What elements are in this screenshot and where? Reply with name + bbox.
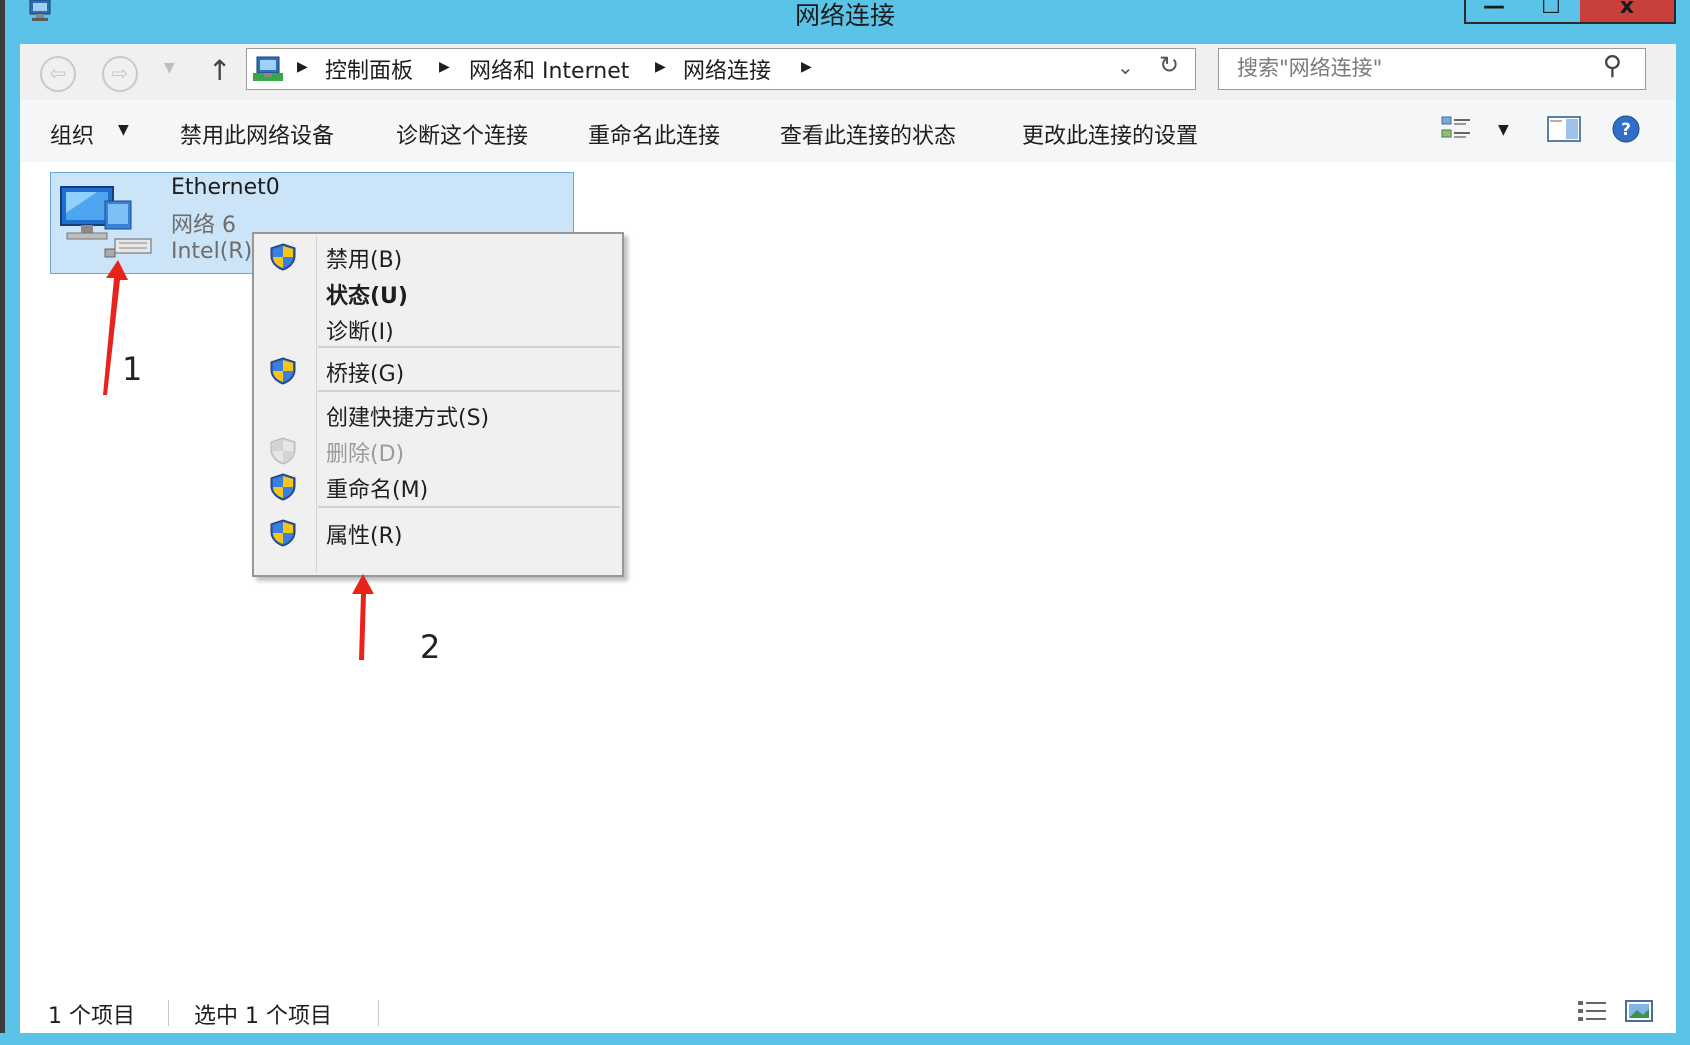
status-item-count: 1 个项目 [48, 1004, 135, 1029]
details-view-icon[interactable] [1576, 998, 1610, 1024]
large-icons-view-icon[interactable] [1624, 998, 1654, 1024]
status-selected-count: 选中 1 个项目 [194, 1004, 332, 1029]
annotation-label-1: 1 [122, 350, 143, 388]
annotation-arrow-2 [352, 574, 374, 660]
status-divider [378, 1000, 379, 1026]
status-divider [168, 1000, 169, 1026]
annotation-layer [103, 260, 374, 660]
annotation-label-2: 2 [420, 628, 441, 666]
